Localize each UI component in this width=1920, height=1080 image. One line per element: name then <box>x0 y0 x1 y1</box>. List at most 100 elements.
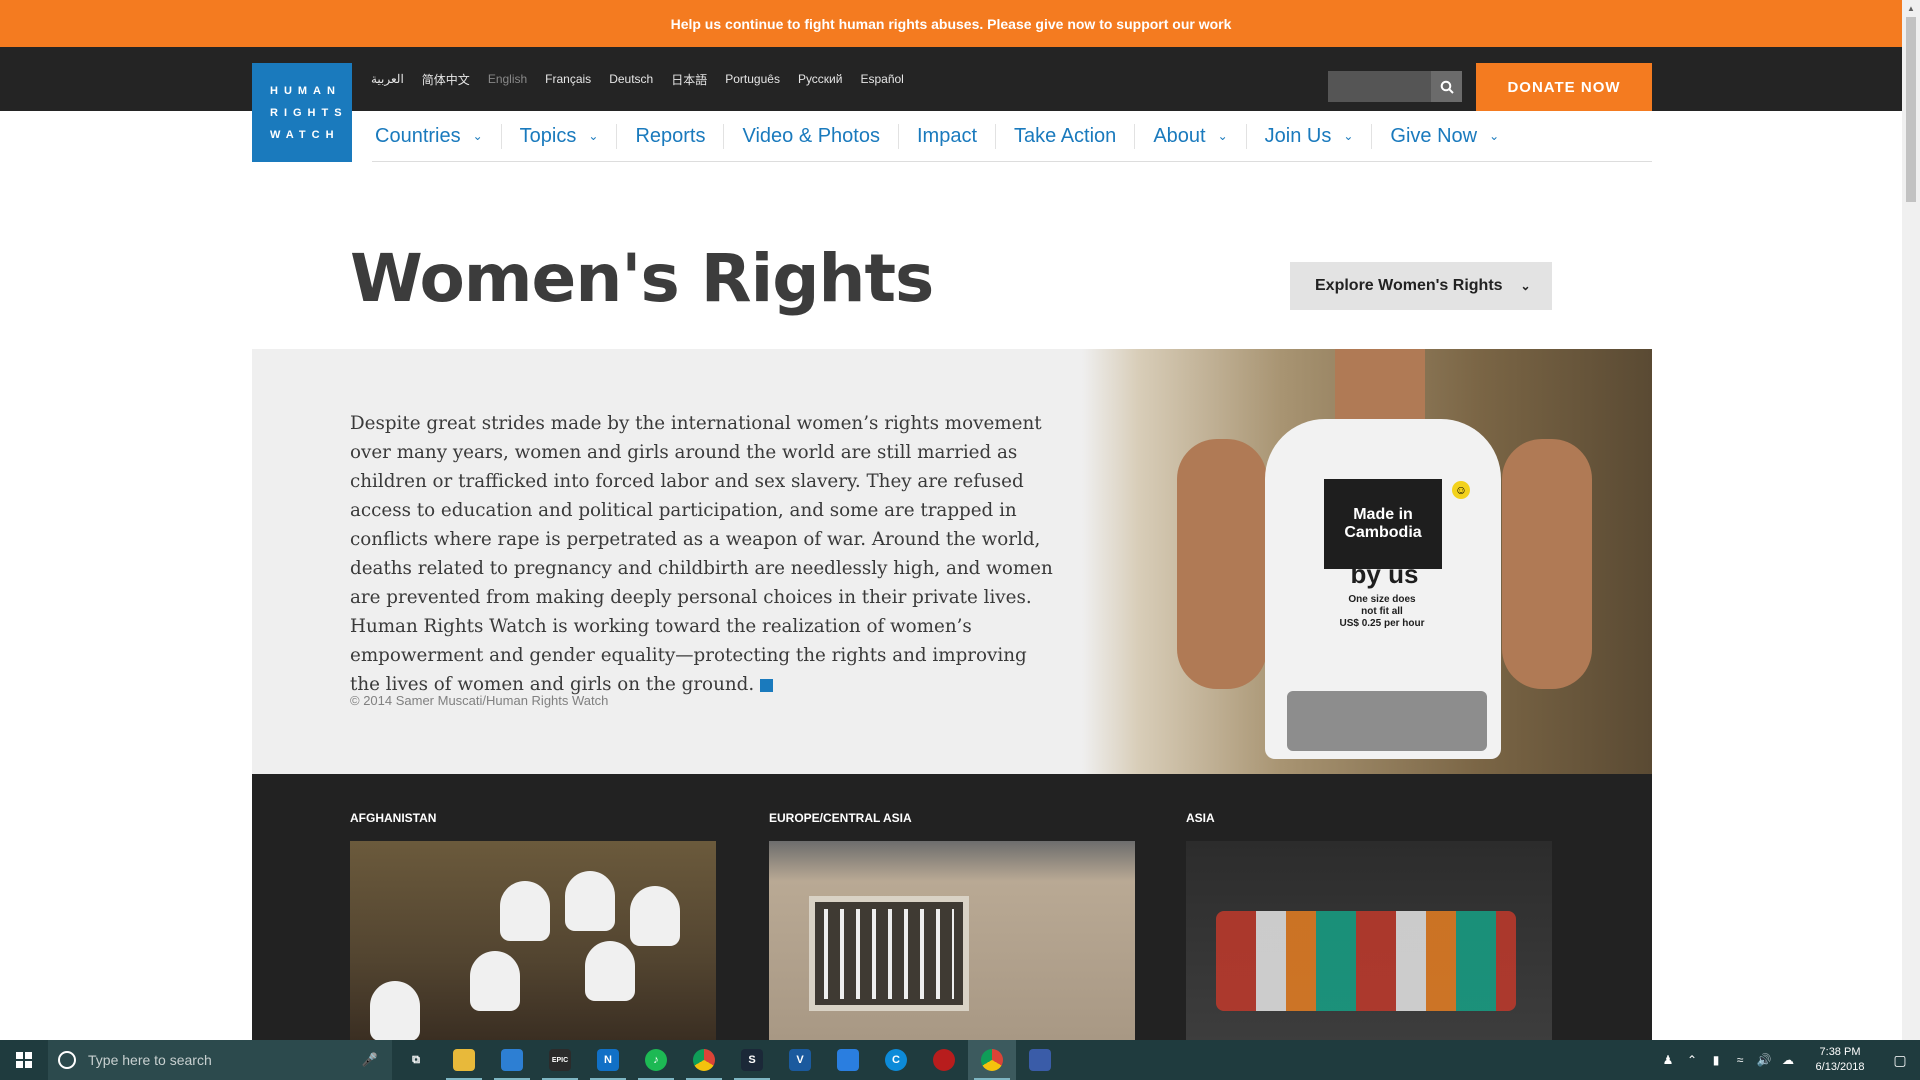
card-region[interactable]: AFGHANISTAN <box>350 811 436 825</box>
store-icon <box>501 1049 523 1071</box>
nav-about[interactable]: About ⌄ <box>1135 123 1247 149</box>
chrome-icon <box>693 1049 715 1071</box>
nav-label: Countries <box>375 124 461 147</box>
scrollbar-thumb[interactable] <box>1906 17 1916 202</box>
logo-line: WATCH <box>270 128 340 141</box>
taskbar-app-button[interactable]: C <box>872 1040 920 1080</box>
hero-intro-text: Despite great strides made by the intern… <box>350 413 1053 695</box>
search-button[interactable] <box>1431 71 1462 102</box>
lang-japanese[interactable]: 日本語 <box>671 71 707 88</box>
document-app-icon <box>1029 1049 1051 1071</box>
taskbar-app-button[interactable]: S <box>728 1040 776 1080</box>
nav-label: Reports <box>635 124 706 147</box>
taskbar-app-button[interactable] <box>488 1040 536 1080</box>
lang-french[interactable]: Français <box>545 72 591 86</box>
lang-arabic[interactable]: العربية <box>371 72 404 86</box>
lang-russian[interactable]: Русский <box>798 72 843 86</box>
card-image[interactable] <box>769 841 1135 1040</box>
photo-credit: © 2014 Samer Muscati/Human Rights Watch <box>350 693 609 708</box>
system-tray: ♟ ⌃ ▮ ≈ 🔊 ☁ 7:38 PM 6/13/2018 ▢ <box>1656 1040 1920 1080</box>
regional-stories: AFGHANISTAN EUROPE/CENTRAL ASIA ASIA <box>252 774 1652 1040</box>
nav-join-us[interactable]: Join Us ⌄ <box>1247 123 1373 149</box>
lang-spanish[interactable]: Español <box>860 72 903 86</box>
onedrive-icon[interactable]: ☁ <box>1776 1053 1800 1067</box>
taskbar-search-placeholder: Type here to search <box>88 1052 212 1068</box>
explore-label: Explore Women's Rights <box>1315 277 1503 294</box>
microphone-icon[interactable]: 🎤 <box>362 1052 378 1068</box>
photo-figure <box>500 881 550 941</box>
card-image[interactable] <box>350 841 716 1040</box>
nav-label: Video & Photos <box>742 124 880 147</box>
task-view-icon: ⧉ <box>412 1053 420 1066</box>
lang-portuguese[interactable]: Português <box>725 72 780 86</box>
nav-take-action[interactable]: Take Action <box>996 123 1136 149</box>
shirt-label: Made in Cambodia <box>1324 479 1442 569</box>
taskbar-app-button[interactable] <box>680 1040 728 1080</box>
volume-icon[interactable]: 🔊 <box>1752 1053 1776 1067</box>
logo-line: RIGHTS <box>270 106 348 119</box>
taskbar-app-button[interactable] <box>1016 1040 1064 1080</box>
shirt-label-line: Cambodia <box>1344 524 1422 541</box>
nav-label: About <box>1153 124 1206 147</box>
nav-video-photos[interactable]: Video & Photos <box>724 123 899 149</box>
lang-chinese[interactable]: 简体中文 <box>422 71 470 88</box>
search-input[interactable] <box>1328 71 1431 102</box>
spotify-icon: ♪ <box>645 1049 667 1071</box>
page-title: Women's Rights <box>350 240 934 317</box>
start-button[interactable] <box>0 1040 48 1080</box>
shirt-byus: by us <box>1350 559 1419 589</box>
photo-figure <box>370 981 420 1040</box>
shirt-label-line: Made in <box>1353 506 1413 523</box>
taskbar-app-button[interactable]: ⧉ <box>392 1040 440 1080</box>
taskbar-app-button[interactable]: EPIC <box>536 1040 584 1080</box>
hrw-logo[interactable]: HUMAN RIGHTS WATCH <box>252 63 352 162</box>
wifi-icon[interactable]: ≈ <box>1728 1053 1752 1067</box>
card-region[interactable]: EUROPE/CENTRAL ASIA <box>769 811 912 825</box>
cortana-icon <box>58 1051 76 1069</box>
explore-dropdown-button[interactable]: Explore Women's Rights ⌄ <box>1290 262 1552 310</box>
search-icon <box>1440 80 1454 94</box>
donation-banner[interactable]: Help us continue to fight human rights a… <box>0 0 1902 47</box>
epic-games-icon: EPIC <box>549 1049 571 1071</box>
taskbar-app-button[interactable]: N <box>584 1040 632 1080</box>
banner-text[interactable]: Help us continue to fight human rights a… <box>671 16 1232 32</box>
donate-now-button[interactable]: DONATE NOW <box>1476 63 1652 111</box>
end-mark-icon <box>760 678 774 692</box>
card-image[interactable] <box>1186 841 1552 1040</box>
nav-label: Join Us <box>1264 124 1332 147</box>
people-icon[interactable]: ♟ <box>1656 1053 1680 1067</box>
chevron-down-icon: ⌄ <box>1217 129 1228 143</box>
lang-german[interactable]: Deutsch <box>609 72 653 86</box>
nav-reports[interactable]: Reports <box>617 123 725 149</box>
photo-figure <box>565 871 615 931</box>
taskbar-app-button[interactable] <box>920 1040 968 1080</box>
card-region[interactable]: ASIA <box>1186 811 1215 825</box>
notifications-icon[interactable]: ▢ <box>1880 1052 1920 1069</box>
tray-expand-icon[interactable]: ⌃ <box>1680 1053 1704 1067</box>
taskbar-app-button[interactable]: V <box>776 1040 824 1080</box>
hero-section: Despite great strides made by the intern… <box>252 349 1652 774</box>
nav-label: Take Action <box>1014 124 1117 147</box>
donate-label: DONATE NOW <box>1507 78 1621 96</box>
taskbar-app-button[interactable]: ♪ <box>632 1040 680 1080</box>
taskbar-clock[interactable]: 7:38 PM 6/13/2018 <box>1800 1045 1880 1075</box>
battery-icon[interactable]: ▮ <box>1704 1053 1728 1067</box>
taskbar-app-button[interactable] <box>824 1040 872 1080</box>
chevron-down-icon: ⌄ <box>1343 129 1354 143</box>
shirt-fit: One size does not fit all US$ 0.25 per h… <box>1312 594 1452 630</box>
nav-topics[interactable]: Topics ⌄ <box>502 123 618 149</box>
hero-photo-undershirt <box>1287 691 1487 751</box>
photo-figure <box>585 941 635 1001</box>
nav-label: Topics <box>519 124 577 147</box>
nav-give-now[interactable]: Give Now ⌄ <box>1372 124 1517 149</box>
lang-english[interactable]: English <box>488 72 527 86</box>
nav-impact[interactable]: Impact <box>899 123 997 149</box>
scroll-up-arrow-icon[interactable]: ▲ <box>1902 0 1920 17</box>
nav-countries[interactable]: Countries ⌄ <box>372 123 502 149</box>
browser-viewport: Help us continue to fight human rights a… <box>0 0 1902 1040</box>
taskbar-app-button[interactable] <box>968 1040 1016 1080</box>
taskbar-search-box[interactable]: Type here to search 🎤 <box>48 1040 392 1080</box>
taskbar-app-button[interactable] <box>440 1040 488 1080</box>
nav-label: Give Now <box>1390 124 1478 147</box>
photo-figure <box>470 951 520 1011</box>
